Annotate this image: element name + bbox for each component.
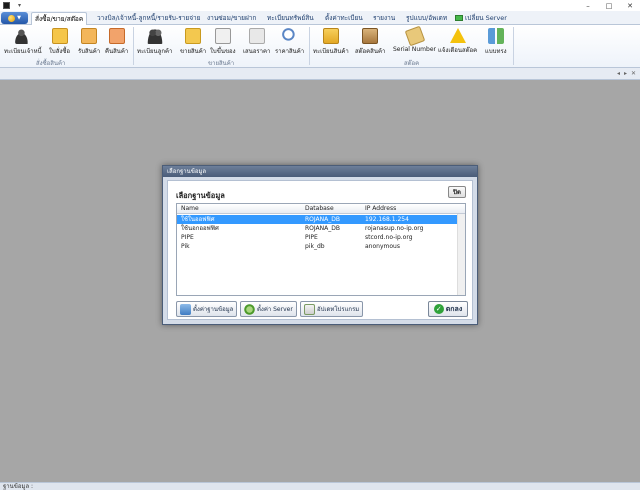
cell-database: pik_db: [305, 243, 325, 250]
cell-name: ใช้ในออฟฟิศ: [181, 216, 215, 223]
title-bar: ▾ – □ ✕: [0, 0, 640, 11]
document-tab-strip: ◂ ▸ ✕: [0, 68, 640, 80]
cell-ip: stcord.no-ip.org: [365, 234, 413, 241]
alert-icon: [449, 28, 466, 43]
server-switch-icon: [455, 15, 463, 21]
table-row[interactable]: ใช้นอกออฟฟิศ ROJANA_DB rojanasup.no-ip.o…: [177, 224, 465, 233]
tab-change-server[interactable]: เปลี่ยน Server: [452, 12, 510, 25]
close-window-button[interactable]: ✕: [620, 0, 640, 11]
tab-assets[interactable]: ทะเบียนทรัพย์สิน: [264, 12, 317, 25]
customers-icon: [146, 28, 163, 44]
purchase-order-icon: [51, 28, 68, 44]
sell-icon: [185, 28, 202, 44]
loading-bill-button[interactable]: ใบขึ้นของ: [210, 26, 236, 58]
sell-button[interactable]: ขายสินค้า: [180, 26, 206, 58]
users-icon: [14, 28, 31, 44]
customer-registry-button[interactable]: ทะเบียนลูกค้า: [137, 26, 172, 58]
serial-number-button[interactable]: Serial Number: [393, 25, 436, 58]
dialog-body: เลือกฐานข้อมูล ปิด Name Database IP Addr…: [167, 180, 473, 320]
column-header-ip[interactable]: IP Address: [365, 204, 396, 213]
bill-icon: [214, 28, 231, 44]
database-icon: [180, 303, 191, 315]
tab-registry-settings[interactable]: ตั้งค่าทะเบียน: [322, 12, 366, 25]
server-settings-button[interactable]: ตั้งค่า Server: [240, 301, 297, 317]
cell-database: ROJANA_DB: [305, 216, 340, 223]
status-bar: ฐานข้อมูล :: [0, 482, 640, 490]
scroll-right-icon[interactable]: ▸: [624, 70, 627, 77]
group-separator: [513, 27, 514, 65]
serial-icon: [404, 25, 425, 47]
receive-goods-icon: [81, 28, 98, 44]
group-separator: [133, 27, 134, 65]
tab-reports[interactable]: รายงาน: [370, 12, 398, 25]
app-icon[interactable]: [3, 2, 10, 9]
product-icon: [322, 28, 339, 44]
model-category-button[interactable]: แบบทรง: [485, 26, 507, 58]
cell-name: ใช้นอกออฟฟิศ: [181, 225, 219, 232]
check-icon: ✓: [433, 304, 444, 314]
vertical-scrollbar[interactable]: [457, 214, 465, 295]
ok-button[interactable]: ✓ ตกลง: [428, 301, 468, 317]
cell-ip: anonymous: [365, 243, 400, 250]
price-search-icon: [281, 28, 298, 44]
tab-billing[interactable]: วางบิล/เจ้าหนี้-ลูกหนี้/รายรับ-รายจ่าย: [94, 12, 204, 25]
quick-access-arrow[interactable]: ▾: [18, 2, 21, 9]
grid-header: Name Database IP Address: [177, 204, 465, 214]
column-header-name[interactable]: Name: [181, 204, 199, 213]
dialog-title: เลือกฐานข้อมูล: [163, 166, 477, 177]
product-registry-button[interactable]: ทะเบียนสินค้า: [313, 26, 349, 58]
close-dialog-button[interactable]: ปิด: [448, 186, 466, 198]
purchase-order-button[interactable]: ใบสั่งซื้อ: [49, 26, 70, 58]
stock-button[interactable]: สต๊อคสินค้า: [355, 26, 385, 58]
ribbon-tab-row: ▼ สั่งซื้อ/ขาย/สต๊อค วางบิล/เจ้าหนี้-ลูก…: [0, 11, 640, 25]
scroll-left-icon[interactable]: ◂: [617, 70, 620, 77]
gear-icon: [244, 303, 255, 315]
return-goods-button[interactable]: คืนสินค้า: [105, 26, 128, 58]
quotation-icon: [248, 28, 265, 44]
column-header-database[interactable]: Database: [305, 204, 334, 213]
cell-database: PIPE: [305, 234, 318, 241]
table-row[interactable]: Pik pik_db anonymous: [177, 242, 465, 251]
product-price-button[interactable]: ราคาสินค้า: [275, 26, 304, 58]
cell-database: ROJANA_DB: [305, 225, 340, 232]
minimize-button[interactable]: –: [578, 0, 598, 11]
maximize-button[interactable]: □: [599, 0, 619, 11]
table-row[interactable]: ใช้ในออฟฟิศ ROJANA_DB 192.168.1.254: [177, 215, 465, 224]
app-menu-button[interactable]: ▼: [1, 12, 28, 24]
group-separator: [309, 27, 310, 65]
tab-format-update[interactable]: รูปแบบ/อัพเดท: [403, 12, 450, 25]
group-label-purchase: สั่งซื้อสินค้า: [36, 60, 66, 67]
cell-ip: 192.168.1.254: [365, 216, 409, 223]
update-program-button[interactable]: อัปเดทโปรแกรม: [300, 301, 364, 317]
tab-purchase-sale-stock[interactable]: สั่งซื้อ/ขาย/สต๊อค: [31, 12, 88, 25]
return-goods-icon: [108, 28, 125, 44]
tab-repair[interactable]: งานซ่อม/ขายฝาก: [204, 12, 259, 25]
download-icon: [304, 303, 315, 315]
database-settings-button[interactable]: ตั้งค่าฐานข้อมูล: [176, 301, 238, 317]
table-row[interactable]: PIPE PIPE stcord.no-ip.org: [177, 233, 465, 242]
receive-goods-button[interactable]: รับสินค้า: [78, 26, 100, 58]
database-grid: Name Database IP Address ใช้ในออฟฟิศ ROJ…: [176, 203, 466, 296]
stock-icon: [362, 28, 379, 44]
creditor-registry-button[interactable]: ทะเบียนเจ้าหนี้: [4, 26, 42, 58]
group-label-sales: ขายสินค้า: [208, 60, 235, 67]
dialog-button-bar: ตั้งค่าฐานข้อมูล ตั้งค่า Server อัปเดทโป…: [168, 301, 472, 319]
quotation-button[interactable]: เสนอราคา: [243, 26, 270, 58]
cell-ip: rojanasup.no-ip.org: [365, 225, 424, 232]
group-label-stock: สต๊อค: [404, 60, 420, 67]
category-icon: [487, 28, 504, 44]
chevron-down-icon: ▼: [17, 15, 21, 21]
cell-name: Pik: [181, 243, 190, 250]
stock-alert-button[interactable]: แจ้งเตือนสต๊อค: [438, 26, 477, 58]
app-orb-icon: [8, 14, 16, 22]
panel-title: เลือกฐานข้อมูล: [176, 191, 225, 200]
select-database-dialog: เลือกฐานข้อมูล เลือกฐานข้อมูล ปิด Name D…: [162, 165, 478, 325]
cell-name: PIPE: [181, 234, 194, 241]
ribbon: ทะเบียนเจ้าหนี้ ใบสั่งซื้อ รับสินค้า คืน…: [0, 25, 640, 68]
close-icon[interactable]: ✕: [631, 70, 636, 77]
